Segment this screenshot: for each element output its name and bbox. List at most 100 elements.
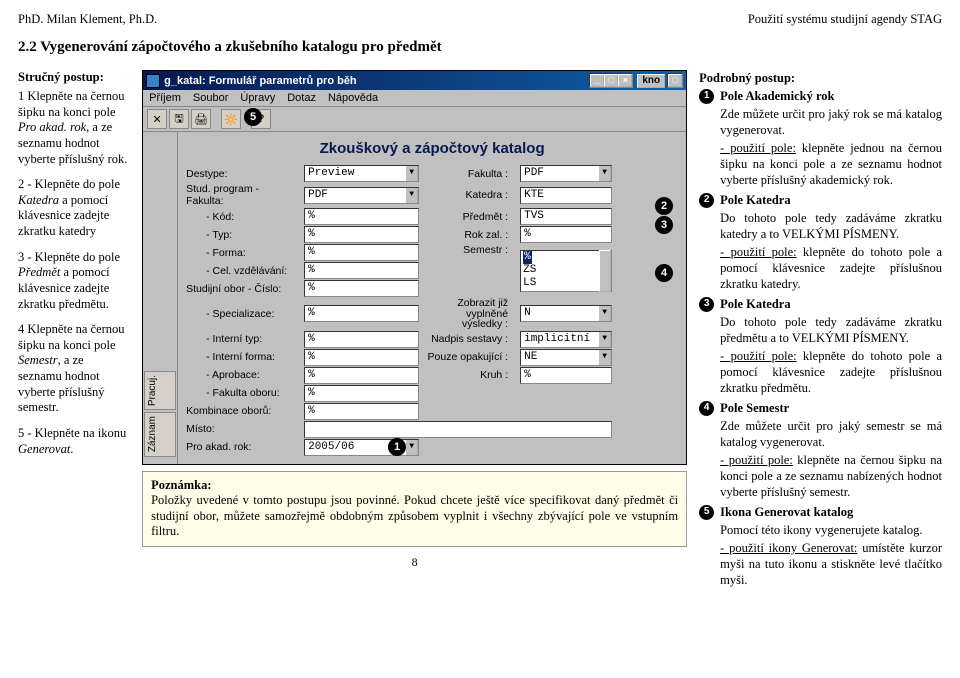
fld-komb[interactable]: % (304, 403, 419, 420)
r4-b: - použití pole: (720, 453, 793, 467)
fld-aprob[interactable]: % (304, 367, 419, 384)
fld-zobrazit[interactable]: N▼ (520, 305, 612, 322)
right-bullet-5: 5 (699, 505, 714, 520)
fld-destype[interactable]: Preview▼ (304, 165, 419, 182)
left-step-3-field: Předmět (18, 265, 60, 279)
left-step-3a: 3 - Klepněte do pole (18, 250, 120, 264)
fld-rokzal[interactable]: % (520, 226, 612, 243)
menu-napoveda[interactable]: Nápověda (328, 92, 378, 104)
toolbar-btn-3[interactable]: 🖨 (191, 109, 211, 129)
right-bullet-3: 3 (699, 297, 714, 312)
maximize2-icon[interactable]: □ (668, 74, 682, 87)
r2-b: - použití pole: (720, 245, 797, 259)
r3-a: Do tohoto pole tedy zadáváme zkratku pře… (720, 314, 942, 346)
r5-title: Ikona Generovat katalog (720, 504, 942, 520)
window-icon (146, 74, 160, 88)
chevron-down-icon[interactable]: ▼ (598, 331, 611, 348)
header-left: PhD. Milan Klement, Ph.D. (18, 12, 157, 27)
lbl-rokzal: Rok zal. : (427, 229, 512, 241)
header-right: Použití systému studijní agendy STAG (748, 12, 942, 27)
fld-semestr[interactable]: % ZS LS (520, 250, 612, 292)
lbl-spec: - Specializace: (186, 308, 296, 320)
close-icon[interactable]: × (618, 74, 632, 87)
fld-pouze[interactable]: NE▼ (520, 349, 612, 366)
fld-celvzd[interactable]: % (304, 262, 419, 279)
fld-kod[interactable]: % (304, 208, 419, 225)
fld-forma[interactable]: % (304, 244, 419, 261)
menu-prijem[interactable]: Příjem (149, 92, 181, 104)
fld-nadpis[interactable]: implicitní▼ (520, 331, 612, 348)
callout-4: 4 (655, 264, 673, 282)
lbl-studprog: Stud. program - Fakulta: (186, 183, 296, 207)
lbl-forma: - Forma: (186, 247, 296, 259)
left-step-5-field: Generovat (18, 442, 70, 456)
r4-a: Zde můžete určit pro jaký semestr se má … (720, 418, 942, 450)
lbl-komb: Kombinace oborů: (186, 405, 296, 417)
r1-title: Pole Akademický rok (720, 88, 942, 104)
chevron-down-icon[interactable]: ▼ (405, 187, 418, 204)
r3-title: Pole Katedra (720, 296, 942, 312)
fld-typ[interactable]: % (304, 226, 419, 243)
chevron-down-icon[interactable]: ▼ (405, 165, 418, 182)
lbl-studobor: Studijní obor - Číslo: (186, 283, 296, 295)
note-title: Poznámka: (151, 478, 211, 492)
lbl-celvzd: - Cel. vzdělávání: (186, 265, 296, 277)
titlebar-pill: kno (637, 74, 665, 88)
lbl-destype: Destype: (186, 168, 296, 180)
titlebar[interactable]: g_katal: Formulář parametrů pro běh _ □ … (143, 71, 686, 90)
right-bullet-4: 4 (699, 401, 714, 416)
menu-dotaz[interactable]: Dotaz (287, 92, 316, 104)
lbl-fakulta: Fakulta : (427, 168, 512, 180)
fld-studprog[interactable]: PDF▼ (304, 187, 419, 204)
left-step-4-field: Semestr (18, 353, 58, 367)
vtab-pracuj[interactable]: Pracuj. (144, 371, 176, 410)
minimize-icon[interactable]: _ (590, 74, 604, 87)
lbl-fakoboru: - Fakulta oboru: (186, 387, 296, 399)
chevron-down-icon[interactable]: ▼ (598, 349, 611, 366)
toolbar-generate-button[interactable]: 🔆 5 (221, 109, 241, 129)
toolbar-btn-1[interactable]: ✕ (147, 109, 167, 129)
fld-fakoboru[interactable]: % (304, 385, 419, 402)
lbl-misto: Místo: (186, 423, 296, 435)
maximize-icon[interactable]: □ (604, 74, 618, 87)
vtab-zaznam[interactable]: Záznam (144, 412, 176, 456)
chevron-down-icon[interactable]: ▼ (405, 439, 418, 456)
r1-a: Zde můžete určit pro jaký rok se má kata… (720, 106, 942, 138)
right-heading: Podrobný postup: (699, 70, 942, 86)
fld-predmet[interactable]: TVS (520, 208, 612, 225)
left-step-2-field: Katedra (18, 193, 59, 207)
callout-3: 3 (655, 216, 673, 234)
fld-fakulta[interactable]: PDF▼ (520, 165, 612, 182)
page-number: 8 (142, 555, 687, 570)
left-step-5a: 5 - Klepněte na ikonu (18, 426, 126, 440)
left-step-1-field: Pro akad. rok (18, 120, 86, 134)
lbl-inform: - Interní forma: (186, 351, 296, 363)
fld-inform[interactable]: % (304, 349, 419, 366)
lbl-kod: - Kód: (186, 211, 296, 223)
menu-soubor[interactable]: Soubor (193, 92, 228, 104)
menu-upravy[interactable]: Úpravy (240, 92, 275, 104)
lbl-predmet: Předmět : (427, 211, 512, 223)
chevron-down-icon[interactable]: ▼ (598, 305, 611, 322)
right-bullet-1: 1 (699, 89, 714, 104)
r5-a: Pomocí této ikony vygenerujete katalog. (720, 522, 942, 538)
r1-b: - použití pole: (720, 141, 796, 155)
fld-misto[interactable] (304, 421, 612, 438)
left-step-5b: . (70, 442, 73, 456)
fld-intyp[interactable]: % (304, 331, 419, 348)
toolbar-btn-2[interactable]: 🖫 (169, 109, 189, 129)
note-body: Položky uvedené v tomto postupu jsou pov… (151, 493, 678, 538)
section-title: 2.2 Vygenerování zápočtového a zkušebníh… (18, 39, 942, 56)
lbl-kruh: Kruh : (427, 369, 512, 381)
fld-kruh[interactable]: % (520, 367, 612, 384)
lbl-aprob: - Aprobace: (186, 369, 296, 381)
fld-spec[interactable]: % (304, 305, 419, 322)
form-title: Zkouškový a zápočtový katalog (186, 140, 678, 157)
left-column: Stručný postup: 1 Klepněte na černou šip… (18, 70, 130, 592)
fld-studobor[interactable]: % (304, 280, 419, 297)
chevron-down-icon[interactable]: ▼ (598, 165, 611, 182)
scrollbar[interactable] (599, 250, 611, 292)
lbl-semestr: Semestr : (427, 244, 512, 256)
fld-katedra[interactable]: KTE (520, 187, 612, 204)
note-box: Poznámka: Položky uvedené v tomto postup… (142, 471, 687, 548)
